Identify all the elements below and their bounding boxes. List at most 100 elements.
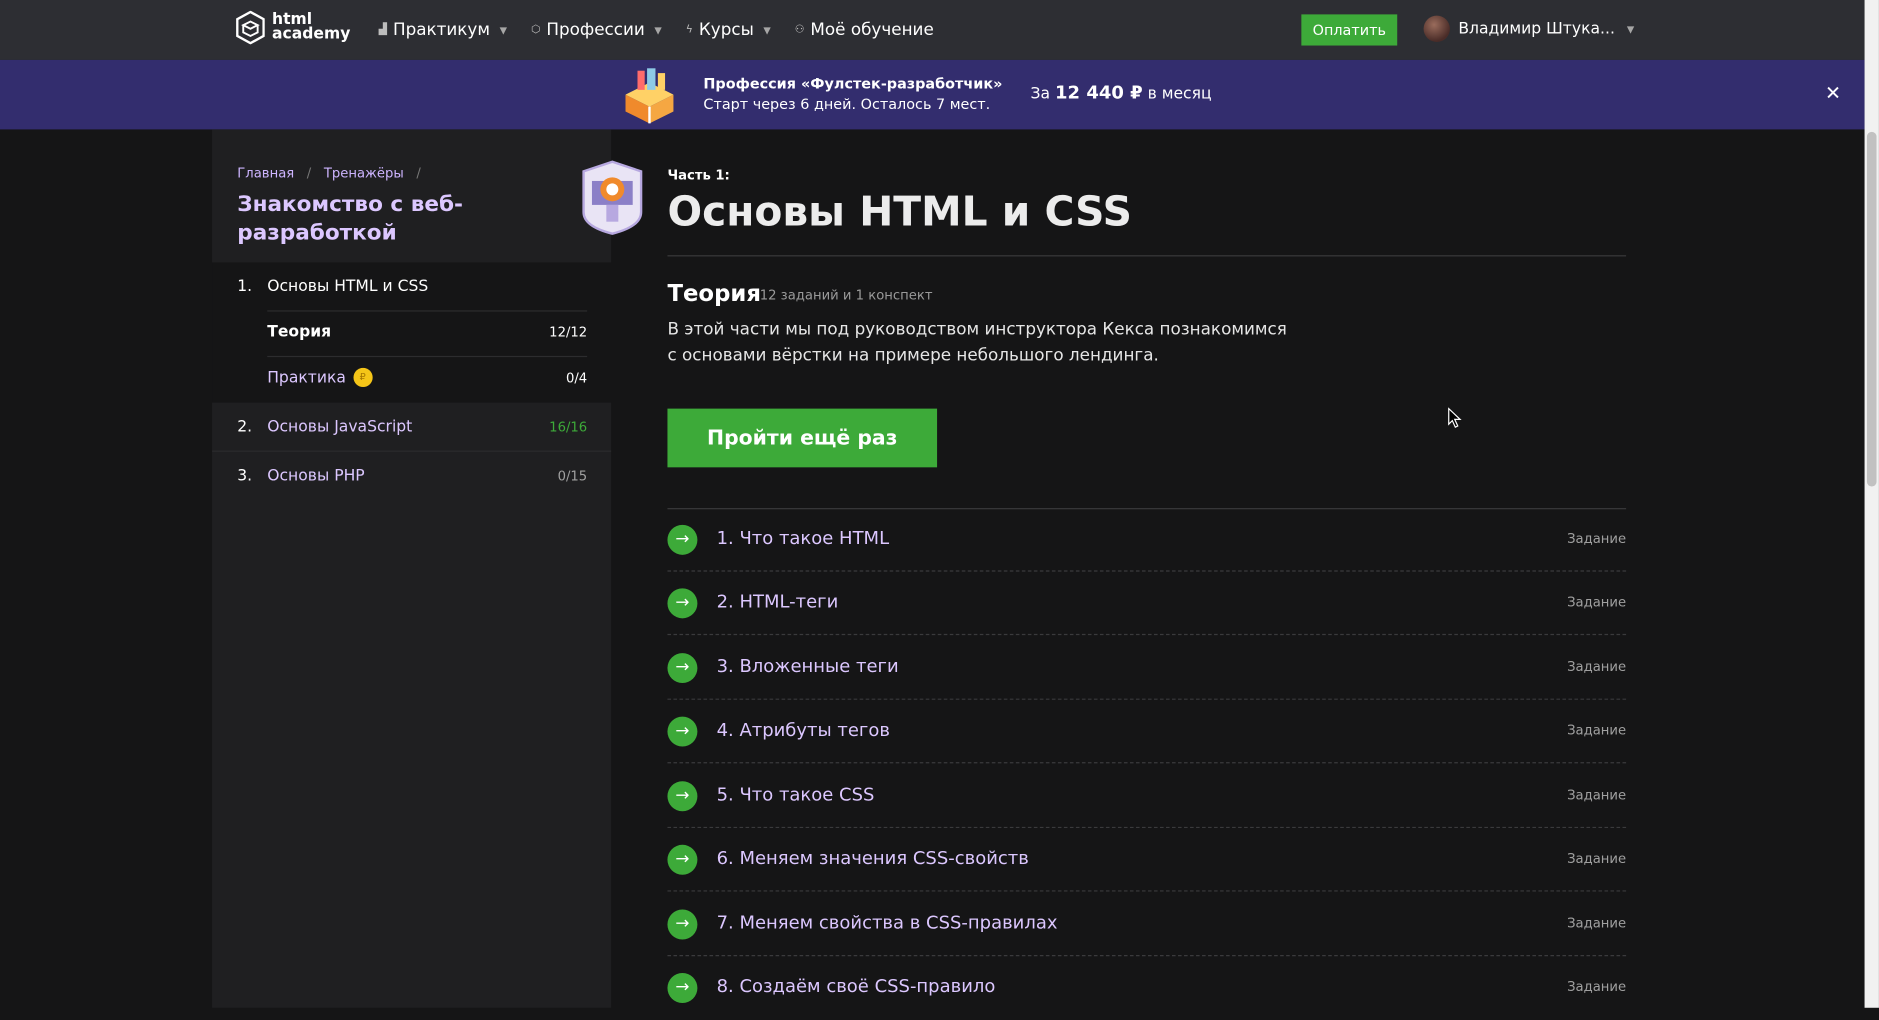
logo-text: html academy — [272, 10, 351, 44]
promo-price: За 12 440 ₽ в месяц — [1030, 81, 1212, 104]
user-menu[interactable]: Владимир Штука... ▼ — [1423, 15, 1635, 42]
promo-title: Профессия «Фулстек-разработчик» — [703, 75, 1003, 93]
section-title: Теория — [667, 280, 761, 307]
task-type: Задание — [1567, 722, 1627, 739]
task-type: Задание — [1567, 850, 1627, 867]
lightning-icon: ϟ — [685, 23, 693, 36]
divider — [667, 890, 1627, 892]
arrow-right-icon: → — [667, 716, 698, 747]
people-icon: ⚇ — [794, 23, 805, 36]
divider — [667, 255, 1627, 257]
chevron-down-icon: ▼ — [763, 24, 771, 36]
main-nav: ▟ Практикум ▼ ⬡ Профессии ▼ ϟ Курсы ▼ ⚇ … — [379, 0, 934, 60]
task-label: 4. Атрибуты тегов — [716, 718, 890, 741]
chevron-down-icon: ▼ — [499, 24, 507, 36]
promo-banner[interactable]: Профессия «Фулстек-разработчик» Старт че… — [0, 59, 1865, 130]
retry-button[interactable]: Пройти ещё раз — [667, 408, 938, 468]
nav-professions[interactable]: ⬡ Профессии ▼ — [531, 20, 662, 39]
task-row[interactable]: → 8. Создаём своё CSS-правило Задание — [667, 956, 1626, 1020]
task-row[interactable]: → 1. Что такое HTML Задание — [667, 508, 1627, 572]
sidebar-subitem-label: Практика ₽ — [267, 367, 373, 388]
divider — [667, 762, 1627, 764]
task-label: 1. Что такое HTML — [716, 527, 890, 549]
progress-count: 0/4 — [565, 369, 588, 386]
task-type: Задание — [1567, 594, 1627, 610]
breadcrumb-trainers[interactable]: Тренажёры — [324, 165, 404, 181]
breadcrumb-home[interactable]: Главная — [237, 165, 294, 181]
sidebar-item-number: 2. — [237, 417, 253, 436]
task-type: Задание — [1567, 530, 1627, 547]
task-row[interactable]: → 6. Меняем значения CSS-свойств Задание — [667, 828, 1627, 892]
task-type: Задание — [1567, 659, 1627, 675]
chart-icon: ▟ — [378, 23, 387, 36]
arrow-right-icon: → — [667, 653, 698, 684]
close-icon[interactable]: ✕ — [1825, 81, 1841, 104]
breadcrumb-separator: / — [306, 165, 312, 181]
logo-icon — [236, 10, 265, 45]
task-type: Задание — [1567, 787, 1627, 803]
nav-my-learning[interactable]: ⚇ Моё обучение — [795, 20, 934, 39]
task-row[interactable]: → 5. Что такое CSS Задание — [667, 765, 1627, 829]
sidebar-item-php[interactable]: 3. Основы PHP 0/15 — [212, 452, 611, 500]
arrow-right-icon: → — [667, 524, 698, 555]
breadcrumb-separator: / — [416, 165, 421, 181]
chevron-down-icon: ▼ — [654, 24, 662, 36]
task-label: 3. Вложенные теги — [716, 655, 899, 678]
task-label: 5. Что такое CSS — [716, 783, 875, 806]
task-row[interactable]: → 3. Вложенные теги Задание — [667, 636, 1627, 700]
gift-box-icon — [625, 68, 674, 124]
nav-praktikum[interactable]: ▟ Практикум ▼ — [379, 20, 507, 39]
progress-count: 16/16 — [549, 418, 588, 435]
sidebar-item-javascript[interactable]: 2. Основы JavaScript 16/16 — [212, 403, 611, 451]
progress-count: 12/12 — [549, 324, 588, 340]
task-label: 8. Создаём своё CSS-правило — [716, 975, 996, 997]
task-label: 6. Меняем значения CSS-свойств — [716, 847, 1029, 869]
chevron-down-icon: ▼ — [1626, 23, 1635, 35]
sidebar-item-label: Основы PHP — [267, 466, 365, 485]
arrow-right-icon: → — [667, 781, 698, 812]
page-scrollbar[interactable] — [1864, 0, 1879, 1008]
task-row[interactable]: → 7. Меняем свойства в CSS-правилах Зада… — [667, 893, 1627, 957]
nav-label: Практикум — [392, 20, 491, 40]
scrollbar-thumb[interactable] — [1866, 131, 1877, 487]
nav-label: Профессии — [546, 20, 645, 40]
graduation-cap-icon: ⬡ — [530, 23, 541, 36]
part-label: Часть 1: — [667, 167, 730, 184]
sidebar-subitem-label: Теория — [267, 322, 332, 341]
sidebar-subitem-theory[interactable]: Теория 12/12 — [212, 308, 611, 356]
task-row[interactable]: → 4. Атрибуты тегов Задание — [667, 700, 1627, 764]
arrow-right-icon: → — [667, 909, 698, 940]
course-badge-icon — [582, 160, 643, 235]
breadcrumb: Главная / Тренажёры / — [237, 165, 429, 181]
current-part-group: 1. Основы HTML и CSS Теория 12/12 Практи… — [212, 262, 612, 403]
avatar — [1423, 15, 1450, 42]
sidebar-subitem-practice[interactable]: Практика ₽ 0/4 — [212, 353, 611, 401]
page-title: Основы HTML и CSS — [667, 188, 1133, 237]
arrow-right-icon: → — [667, 588, 698, 619]
task-label: 7. Меняем свойства в CSS-правилах — [716, 911, 1058, 934]
coin-icon: ₽ — [353, 367, 373, 388]
nav-label: Моё обучение — [810, 20, 934, 40]
user-name: Владимир Штука... — [1458, 19, 1615, 38]
arrow-right-icon: → — [667, 844, 698, 875]
section-description: В этой части мы под руководством инструк… — [667, 319, 1287, 366]
practice-label: Практика — [267, 368, 346, 387]
sidebar-item-label: Основы JavaScript — [267, 417, 413, 436]
progress-count: 0/15 — [557, 467, 588, 484]
sidebar-item-html-css[interactable]: 1. Основы HTML и CSS — [212, 262, 611, 310]
arrow-right-icon: → — [667, 973, 698, 1003]
logo[interactable]: html academy — [236, 10, 351, 45]
top-header: html academy ▟ Практикум ▼ ⬡ Профессии ▼… — [0, 0, 1865, 60]
nav-courses[interactable]: ϟ Курсы ▼ — [686, 20, 771, 39]
task-row[interactable]: → 2. HTML-теги Задание — [667, 572, 1627, 636]
mouse-cursor-icon — [1448, 407, 1462, 429]
task-type: Задание — [1567, 915, 1627, 932]
pay-button[interactable]: Оплатить — [1301, 14, 1398, 46]
nav-label: Курсы — [698, 20, 754, 40]
task-label: 2. HTML-теги — [716, 590, 839, 613]
sidebar-item-label: Основы HTML и CSS — [267, 277, 429, 296]
course-title: Знакомство с веб-разработкой — [237, 191, 463, 246]
course-sidebar: Главная / Тренажёры / Знакомство с веб-р… — [212, 129, 643, 1008]
sidebar-item-number: 3. — [237, 466, 253, 485]
sidebar-item-number: 1. — [237, 277, 253, 296]
